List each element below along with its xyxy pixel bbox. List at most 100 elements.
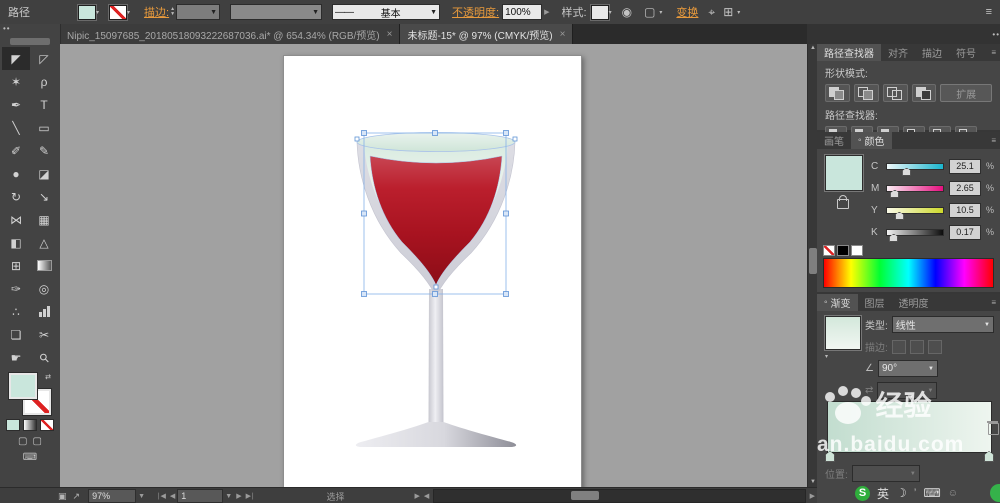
ime-green-button[interactable] xyxy=(990,484,1000,502)
channel-slider[interactable] xyxy=(886,184,944,198)
horizontal-scrollbar[interactable] xyxy=(433,489,806,503)
channel-slider[interactable] xyxy=(886,162,944,176)
document-tab-2[interactable]: 未标题-15* @ 97% (CMYK/预览) × xyxy=(400,24,574,44)
rectangle-tool[interactable]: ▭ xyxy=(30,116,58,139)
panel-menu-icon[interactable]: ≡ xyxy=(991,136,996,145)
screen-mode-icon[interactable]: ⌨ xyxy=(23,452,37,463)
style-dropdown-icon[interactable]: ▾ xyxy=(609,9,612,16)
stroke-color-swatch[interactable] xyxy=(109,4,128,20)
stroke-weight-dropdown[interactable]: ▼ xyxy=(176,4,221,20)
tab-align[interactable]: 对齐 xyxy=(881,44,915,61)
gradient-mode-button[interactable] xyxy=(23,419,37,431)
artboard-number-box[interactable]: 1 xyxy=(177,489,224,503)
zoom-tool[interactable]: ⚲ xyxy=(30,346,58,369)
artboard[interactable] xyxy=(283,55,582,487)
tab-gradient[interactable]: ◦ 渐变 xyxy=(817,294,858,311)
person-icon[interactable]: ☺ xyxy=(948,488,958,499)
pencil-tool[interactable]: ✎ xyxy=(30,139,58,162)
eraser-tool[interactable]: ◪ xyxy=(30,162,58,185)
scroll-left-icon[interactable]: ◀ xyxy=(424,492,429,500)
channel-value-box[interactable]: 0.17 xyxy=(948,224,981,240)
close-icon[interactable]: × xyxy=(387,29,393,40)
channel-value-box[interactable]: 2.65 xyxy=(948,180,981,196)
none-mode-button[interactable] xyxy=(40,419,54,431)
recolor-artwork-icon[interactable]: ◉ xyxy=(622,5,632,19)
keyboard-icon[interactable]: ⌨ xyxy=(923,486,940,500)
paintbrush-tool[interactable]: ✐ xyxy=(2,139,30,162)
channel-slider-thumb[interactable] xyxy=(894,211,904,220)
fill-proxy-swatch[interactable] xyxy=(9,373,37,399)
first-artboard-icon[interactable]: ∣◀ xyxy=(157,492,166,500)
none-swatch[interactable] xyxy=(823,245,835,256)
scroll-detach-icon[interactable]: ▶ xyxy=(415,492,420,500)
shape-builder-tool[interactable]: ◧ xyxy=(2,231,30,254)
tab-symbols[interactable]: 符号 xyxy=(949,44,983,61)
hand-tool[interactable]: ☛ xyxy=(2,346,30,369)
mesh-tool[interactable]: ⊞ xyxy=(2,254,30,277)
line-segment-tool[interactable]: ╲ xyxy=(2,116,30,139)
rotate-tool[interactable]: ↻ xyxy=(2,185,30,208)
color-fill-swatch[interactable] xyxy=(825,155,863,191)
align-dropdown-icon[interactable]: ▾ xyxy=(737,9,740,16)
document-tab-1[interactable]: Nipic_15097685_20180518093222687036.ai* … xyxy=(60,24,401,44)
lasso-tool[interactable]: ρ xyxy=(30,70,58,93)
eyedropper-tool[interactable]: ✑ xyxy=(2,277,30,300)
gradient-preview-bar[interactable] xyxy=(827,401,992,453)
width-profile-dropdown[interactable]: ▼ xyxy=(230,4,323,20)
slice-tool[interactable]: ✂ xyxy=(30,323,58,346)
gradient-slider[interactable]: ▼ xyxy=(825,393,999,462)
fill-color-swatch[interactable] xyxy=(78,4,96,20)
reverse-gradient-icon[interactable]: ⇄ xyxy=(865,385,873,396)
white-swatch[interactable] xyxy=(851,245,863,256)
minus-front-button[interactable] xyxy=(853,84,879,102)
pen-tool[interactable]: ✒ xyxy=(2,93,30,116)
perspective-grid-tool[interactable]: △ xyxy=(30,231,58,254)
ime-tick-icon[interactable]: ’ xyxy=(914,486,917,500)
tab-stroke[interactable]: 描边 xyxy=(915,44,949,61)
select-similar-icon[interactable]: ▢ xyxy=(644,5,655,19)
zoom-dropdown-icon[interactable]: ▼ xyxy=(138,493,145,500)
swap-fill-stroke-icon[interactable]: ⇄ xyxy=(45,373,51,381)
gradient-type-dropdown[interactable]: 线性 ▼ xyxy=(891,316,994,333)
tab-transparency[interactable]: 透明度 xyxy=(892,294,936,311)
status-icon-1[interactable]: ▣ xyxy=(58,491,67,502)
panel-menu-icon[interactable]: ≡ xyxy=(991,298,996,307)
symbol-sprayer-tool[interactable]: ∴ xyxy=(2,300,30,323)
channel-slider-thumb[interactable] xyxy=(889,233,899,242)
scroll-right-icon[interactable]: ▶ xyxy=(810,492,815,500)
direct-selection-tool[interactable]: ◸ xyxy=(30,47,58,70)
gradient-tool[interactable] xyxy=(30,254,58,277)
blend-tool[interactable]: ◎ xyxy=(30,277,58,300)
wine-glass-artwork[interactable] xyxy=(284,56,581,487)
channel-slider-thumb[interactable] xyxy=(890,189,900,198)
artboard-tool[interactable]: ❏ xyxy=(2,323,30,346)
artboard-dropdown-icon[interactable]: ▼ xyxy=(225,493,232,500)
tab-color[interactable]: ◦ 颜色 xyxy=(851,132,892,149)
gradient-swatch[interactable] xyxy=(825,316,861,350)
stroke-weight-stepper[interactable]: ▲ ▼ xyxy=(170,7,175,17)
exclude-button[interactable] xyxy=(911,84,937,102)
vertical-scroll-thumb[interactable] xyxy=(809,248,817,274)
channel-value-box[interactable]: 25.1 xyxy=(948,158,981,174)
free-transform-tool[interactable]: ▦ xyxy=(30,208,58,231)
expand-button[interactable]: 扩展 xyxy=(940,84,993,102)
control-panel-menu-icon[interactable]: ≡ xyxy=(986,6,992,18)
canvas-pasteboard[interactable] xyxy=(60,44,807,487)
horizontal-scroll-thumb[interactable] xyxy=(571,491,600,500)
intersect-button[interactable] xyxy=(882,84,908,102)
ime-language-toggle[interactable]: 英 xyxy=(877,485,889,502)
stroke-weight-label[interactable]: 描边: xyxy=(144,4,169,20)
type-tool[interactable]: T xyxy=(30,93,58,116)
dock-collapse-icon[interactable]: •• xyxy=(992,30,1000,39)
opacity-value-box[interactable]: 100% xyxy=(502,4,543,20)
draw-normal-mode-icon[interactable]: ▢ xyxy=(18,436,27,447)
last-artboard-icon[interactable]: ▶∣ xyxy=(246,492,255,500)
distribute-icon[interactable]: ⊞ xyxy=(723,5,733,19)
opacity-label[interactable]: 不透明度: xyxy=(452,4,499,20)
channel-value-box[interactable]: 10.5 xyxy=(948,202,981,218)
scale-tool[interactable]: ↘ xyxy=(30,185,58,208)
panel-menu-icon[interactable]: ≡ xyxy=(991,48,996,57)
unite-button[interactable] xyxy=(825,84,850,102)
tools-grip[interactable] xyxy=(10,38,50,45)
draw-behind-mode-icon[interactable]: ▢ xyxy=(33,436,42,447)
